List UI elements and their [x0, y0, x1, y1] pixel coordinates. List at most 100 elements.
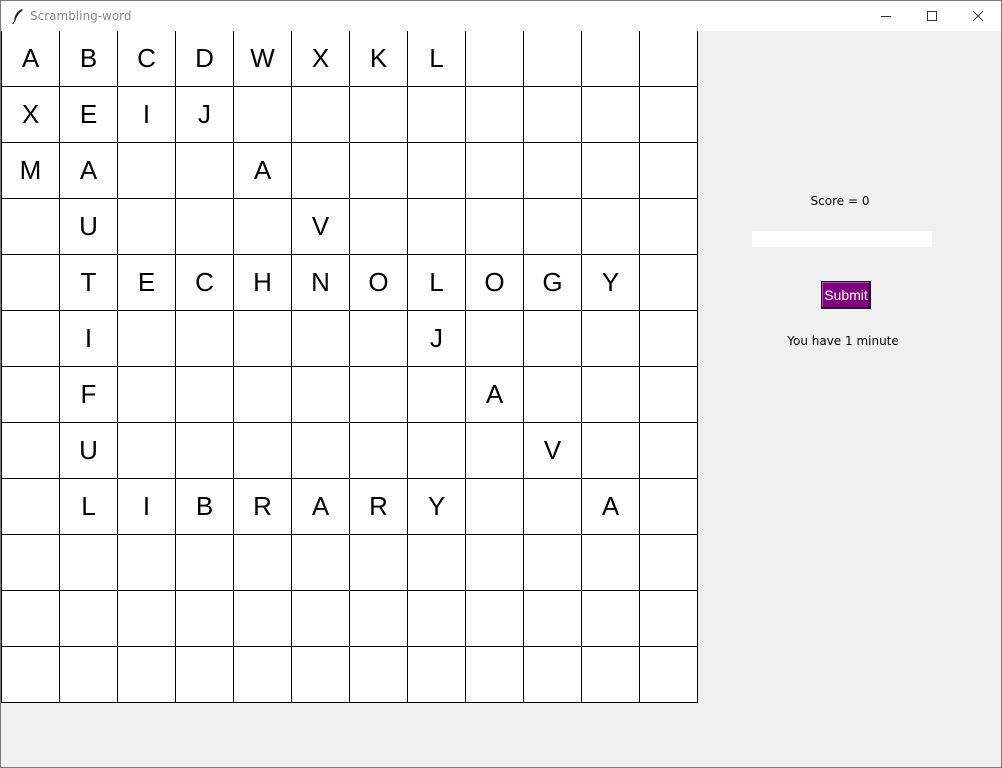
grid-cell: J: [176, 87, 234, 143]
grid-cell: B: [60, 31, 118, 87]
grid-cell: [2, 255, 60, 311]
maximize-icon: [927, 11, 937, 21]
grid-cell: [640, 143, 698, 199]
grid-cell: [524, 479, 582, 535]
grid-cell: [176, 591, 234, 647]
grid-cell: [582, 31, 640, 87]
grid-cell: H: [234, 255, 292, 311]
grid-cell: V: [524, 423, 582, 479]
maximize-button[interactable]: [909, 1, 955, 31]
grid-cell: [176, 367, 234, 423]
grid-cell: [2, 367, 60, 423]
grid-cell: C: [176, 255, 234, 311]
grid-cell: E: [60, 87, 118, 143]
grid-cell: [350, 143, 408, 199]
grid-cell: [640, 591, 698, 647]
grid-cell: [408, 647, 466, 703]
grid-cell: [292, 367, 350, 423]
grid-cell: [582, 591, 640, 647]
grid-cell: [292, 87, 350, 143]
minimize-icon: [881, 16, 891, 17]
grid-cell: [582, 423, 640, 479]
grid-cell: [350, 311, 408, 367]
grid-cell: [524, 87, 582, 143]
grid-cell: [118, 367, 176, 423]
grid-cell: [176, 199, 234, 255]
grid-cell: [582, 87, 640, 143]
grid-cell: X: [2, 87, 60, 143]
grid-cell: [582, 535, 640, 591]
grid-cell: A: [292, 479, 350, 535]
grid-cell: D: [176, 31, 234, 87]
grid-cell: R: [234, 479, 292, 535]
grid-cell: [466, 311, 524, 367]
grid-cell: [234, 423, 292, 479]
close-button[interactable]: [955, 1, 1001, 31]
minimize-button[interactable]: [863, 1, 909, 31]
grid-cell: [582, 367, 640, 423]
title-bar[interactable]: Scrambling-word: [1, 1, 1001, 31]
grid-cell: [234, 591, 292, 647]
grid-cell: [176, 423, 234, 479]
grid-cell: [2, 591, 60, 647]
grid-cell: [466, 591, 524, 647]
grid-cell: Y: [408, 479, 466, 535]
grid-cell: [408, 423, 466, 479]
grid-cell: V: [292, 199, 350, 255]
grid-cell: U: [60, 199, 118, 255]
grid-cell: [466, 647, 524, 703]
grid-cell: N: [292, 255, 350, 311]
grid-cell: [2, 311, 60, 367]
answer-input[interactable]: [751, 230, 933, 248]
grid-cell: [524, 199, 582, 255]
grid-cell: [524, 143, 582, 199]
grid-cell: W: [234, 31, 292, 87]
grid-cell: [60, 535, 118, 591]
grid-cell: Y: [582, 255, 640, 311]
grid-cell: [466, 423, 524, 479]
grid-cell: I: [60, 311, 118, 367]
grid-cell: A: [60, 143, 118, 199]
timer-label: You have 1 minute: [787, 334, 899, 348]
grid-cell: L: [408, 31, 466, 87]
grid-cell: [640, 647, 698, 703]
grid-cell: [234, 367, 292, 423]
grid-cell: [350, 423, 408, 479]
grid-cell: O: [350, 255, 408, 311]
grid-cell: [2, 479, 60, 535]
grid-cell: [582, 199, 640, 255]
grid-cell: [640, 311, 698, 367]
grid-cell: [292, 143, 350, 199]
grid-cell: [640, 479, 698, 535]
grid-cell: A: [582, 479, 640, 535]
grid-cell: J: [408, 311, 466, 367]
grid-cell: [524, 367, 582, 423]
grid-cell: C: [118, 31, 176, 87]
grid-cell: [176, 311, 234, 367]
grid-cell: [524, 591, 582, 647]
grid-cell: [118, 591, 176, 647]
grid-cell: [292, 423, 350, 479]
grid-cell: [176, 647, 234, 703]
grid-cell: A: [2, 31, 60, 87]
grid-cell: [60, 591, 118, 647]
grid-cell: [582, 647, 640, 703]
letter-grid: ABCDWXKLXEIJMAAUVTECHNOLOGYIJFAUVLIBRARY…: [1, 31, 698, 703]
grid-cell: B: [176, 479, 234, 535]
grid-cell: O: [466, 255, 524, 311]
submit-button[interactable]: Submit: [821, 281, 871, 309]
grid-cell: [640, 423, 698, 479]
grid-cell: [466, 535, 524, 591]
grid-cell: [350, 87, 408, 143]
grid-cell: [176, 535, 234, 591]
grid-cell: [118, 535, 176, 591]
grid-cell: [118, 199, 176, 255]
grid-cell: [524, 647, 582, 703]
grid-cell: [118, 647, 176, 703]
grid-cell: [118, 143, 176, 199]
window-title: Scrambling-word: [30, 9, 132, 23]
grid-cell: [60, 647, 118, 703]
grid-cell: I: [118, 479, 176, 535]
grid-cell: [176, 143, 234, 199]
grid-cell: [524, 535, 582, 591]
